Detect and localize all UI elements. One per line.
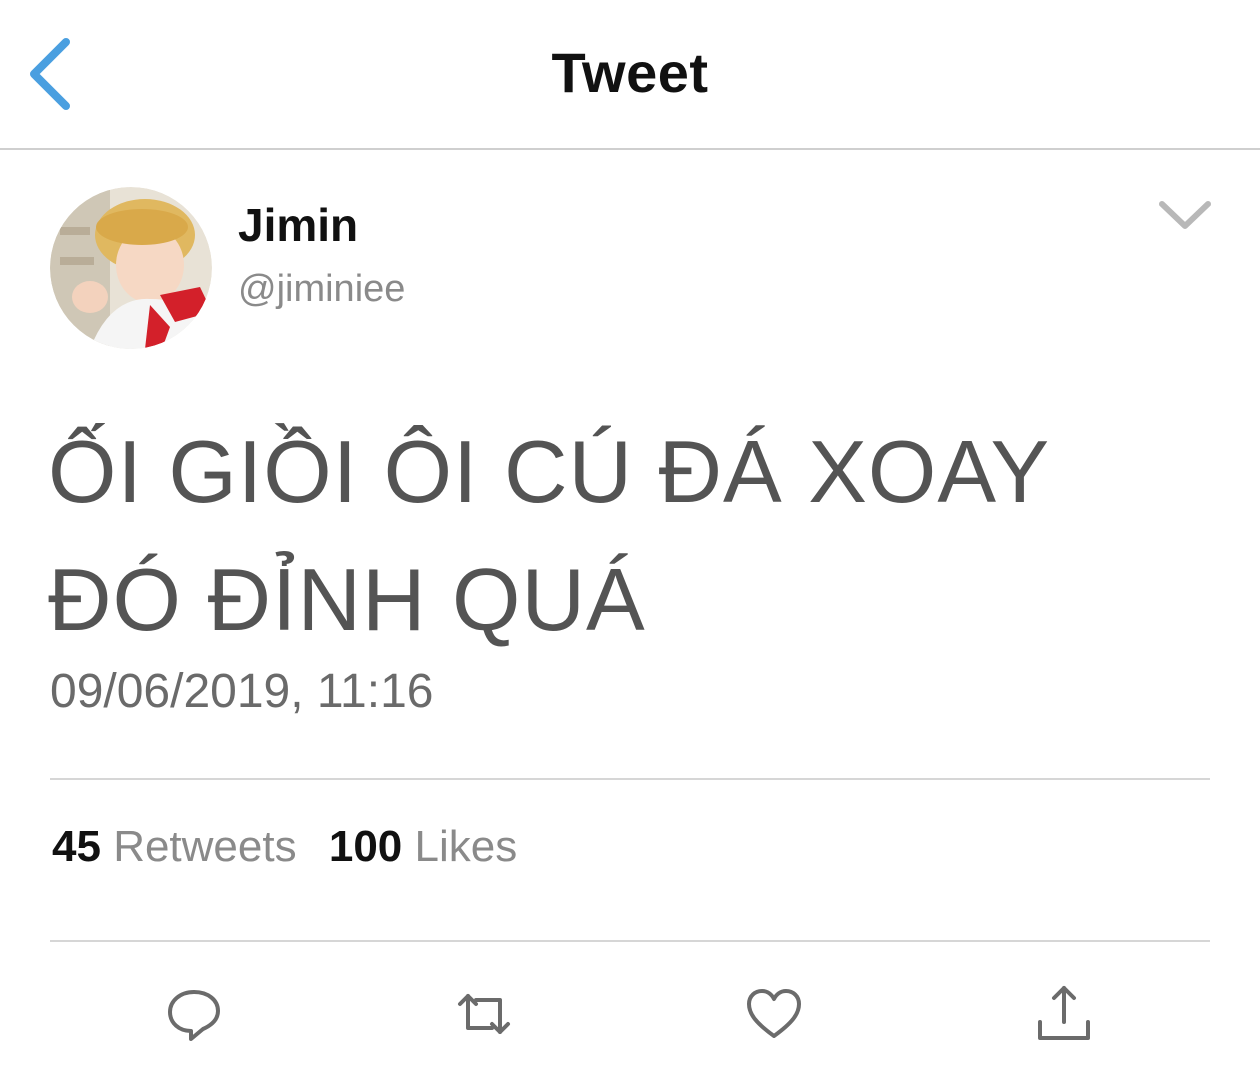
more-options-button[interactable] bbox=[1156, 196, 1214, 236]
tweet-text-line-2: ĐÓ ĐỈNH QUÁ bbox=[48, 550, 646, 649]
divider bbox=[50, 940, 1210, 942]
likes-stat[interactable]: 100 Likes bbox=[329, 822, 517, 872]
retweets-count: 45 bbox=[52, 822, 101, 871]
page-title: Tweet bbox=[551, 41, 709, 104]
share-icon bbox=[1038, 986, 1090, 1040]
retweets-stat[interactable]: 45 Retweets bbox=[52, 822, 297, 872]
author-handle[interactable]: @jiminiee bbox=[238, 268, 405, 311]
reply-icon bbox=[168, 990, 220, 1041]
like-heart-icon bbox=[747, 989, 801, 1038]
divider bbox=[50, 778, 1210, 780]
avatar[interactable] bbox=[50, 187, 212, 349]
chevron-down-icon bbox=[1159, 201, 1211, 229]
author-display-name[interactable]: Jimin bbox=[238, 198, 358, 252]
user-avatar-photo bbox=[50, 187, 212, 349]
tweet-text: ỐI GIỒI ÔI CÚ ĐÁ XOAY ĐÓ ĐỈNH QUÁ bbox=[48, 408, 1228, 664]
reply-button[interactable] bbox=[162, 982, 226, 1046]
tweet-detail-screen: Tweet Jimin @jiminiee ỐI GIỒI ÔI CÚ ĐÁ X… bbox=[0, 0, 1260, 1080]
share-button[interactable] bbox=[1032, 982, 1096, 1046]
like-button[interactable] bbox=[742, 982, 806, 1046]
nav-header: Tweet bbox=[0, 0, 1260, 150]
tweet-stats: 45 Retweets 100 Likes bbox=[52, 822, 537, 872]
retweet-button[interactable] bbox=[452, 982, 516, 1046]
tweet-text-line-1: ỐI GIỒI ÔI CÚ ĐÁ XOAY bbox=[48, 422, 1051, 521]
retweet-icon bbox=[458, 994, 510, 1034]
retweets-label: Retweets bbox=[113, 822, 297, 871]
likes-label: Likes bbox=[414, 822, 518, 871]
tweet-timestamp: 09/06/2019, 11:16 bbox=[50, 665, 434, 718]
likes-count: 100 bbox=[328, 822, 403, 871]
